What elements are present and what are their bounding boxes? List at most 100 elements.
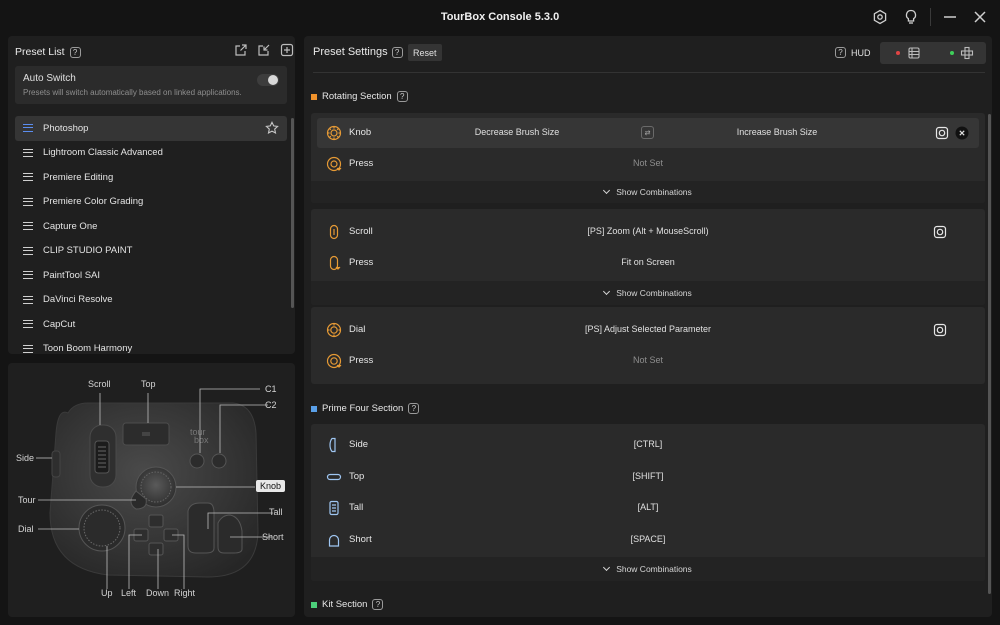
kit-color-marker (311, 601, 317, 608)
preset-settings-panel: Preset Settings ? Reset ? HUD Rotating S… (304, 36, 992, 617)
title-separator (930, 8, 931, 26)
hud-label-group: ? HUD (835, 47, 871, 58)
auto-switch-label: Auto Switch (23, 73, 76, 84)
knob-press-value[interactable]: Not Set (317, 158, 979, 168)
auto-switch-box: Auto Switch Presets will switch automati… (15, 66, 287, 104)
top-value[interactable]: [SHIFT] (317, 471, 979, 481)
star-icon[interactable] (265, 121, 279, 135)
preset-item-premiere-color[interactable]: Premiere Color Grading (15, 190, 287, 215)
scroll-row[interactable]: Scroll [PS] Zoom (Alt + MouseScroll) (317, 217, 979, 247)
tall-value[interactable]: [ALT] (317, 502, 979, 512)
preset-item-clip-studio[interactable]: CLIP STUDIO PAINT (15, 239, 287, 264)
dial-card: Dial [PS] Adjust Selected Parameter Pres… (311, 307, 985, 384)
preset-item-toon-boom[interactable]: Toon Boom Harmony (15, 337, 287, 354)
device-label-c1: C1 (265, 384, 277, 394)
device-label-up: Up (101, 588, 113, 598)
preset-item-label: PaintTool SAI (43, 269, 101, 281)
settings-gear-icon[interactable] (871, 8, 889, 26)
prime-color-marker (311, 405, 317, 412)
add-preset-icon[interactable] (280, 43, 294, 57)
hud-label: HUD (851, 47, 871, 58)
section-title-text: Rotating Section (322, 91, 392, 102)
kit-section-title: Kit Section ? (311, 599, 384, 610)
preset-item-label: Photoshop (43, 122, 89, 134)
menu-icon (23, 173, 33, 182)
minimize-icon[interactable] (941, 8, 959, 26)
knob-show-combinations[interactable]: Show Combinations (311, 181, 985, 203)
preset-item-label: Premiere Color Grading (43, 196, 144, 208)
preset-item-capture-one[interactable]: Capture One (15, 214, 287, 239)
menu-icon (23, 148, 33, 157)
top-row[interactable]: Top [SHIFT] (317, 462, 979, 492)
scroll-card: Scroll [PS] Zoom (Alt + MouseScroll) Pre… (311, 209, 985, 305)
dial-press-value[interactable]: Not Set (317, 355, 979, 365)
help-icon[interactable]: ? (396, 91, 408, 102)
settings-scrollbar[interactable] (988, 114, 991, 594)
auto-switch-description: Presets will switch automatically based … (23, 88, 242, 97)
help-icon[interactable]: ? (391, 46, 403, 58)
preset-item-photoshop[interactable]: Photoshop (15, 116, 287, 141)
swap-icon[interactable]: ⇄ (641, 126, 654, 139)
short-value[interactable]: [SPACE] (317, 534, 979, 544)
hud-green-dot (950, 51, 954, 55)
side-row[interactable]: Side [CTRL] (317, 430, 979, 460)
clear-icon[interactable] (955, 126, 969, 140)
preset-actions (234, 43, 294, 57)
preset-item-premiere-editing[interactable]: Premiere Editing (15, 165, 287, 190)
scroll-press-row[interactable]: Press Fit on Screen (317, 248, 979, 278)
title-bar: TourBox Console 5.3.0 (0, 0, 1000, 34)
help-icon[interactable]: ? (835, 47, 846, 58)
scroll-show-combinations[interactable]: Show Combinations (311, 281, 985, 305)
speed-settings-icon[interactable] (933, 323, 947, 337)
short-row[interactable]: Short [SPACE] (317, 525, 979, 555)
reset-button[interactable]: Reset (408, 44, 442, 61)
knob-right-action[interactable]: Increase Brush Size (707, 127, 847, 137)
dial-row[interactable]: Dial [PS] Adjust Selected Parameter (317, 315, 979, 345)
device-label-knob: Knob (256, 480, 286, 492)
tall-row[interactable]: Tall [ALT] (317, 493, 979, 523)
device-label-dial: Dial (18, 524, 34, 534)
help-icon[interactable]: ? (372, 599, 384, 610)
knob-row[interactable]: Knob Decrease Brush Size ⇄ Increase Brus… (317, 118, 979, 148)
preset-list: Photoshop Lightroom Classic Advanced Pre… (15, 116, 287, 354)
lightbulb-icon[interactable] (902, 8, 920, 26)
svg-text:box: box (194, 435, 209, 445)
side-value[interactable]: [CTRL] (317, 439, 979, 449)
help-icon[interactable]: ? (69, 46, 81, 58)
preset-item-label: Capture One (43, 220, 98, 232)
preset-item-davinci[interactable]: DaVinci Resolve (15, 288, 287, 313)
device-label-side: Side (16, 453, 35, 463)
dial-value[interactable]: [PS] Adjust Selected Parameter (317, 324, 979, 334)
scroll-value[interactable]: [PS] Zoom (Alt + MouseScroll) (317, 226, 979, 236)
prime-show-combinations[interactable]: Show Combinations (311, 557, 985, 581)
rotating-color-marker (311, 93, 317, 100)
dial-press-row[interactable]: Press Not Set (317, 346, 979, 376)
knob-left-action[interactable]: Decrease Brush Size (447, 127, 587, 137)
preset-item-lightroom[interactable]: Lightroom Classic Advanced (15, 141, 287, 166)
scroll-press-value[interactable]: Fit on Screen (317, 257, 979, 267)
device-diagram-panel: tour box Scroll Top C1 C2 Side Tour Knob… (8, 363, 295, 617)
menu-icon (23, 295, 33, 304)
knob-icon (326, 125, 342, 141)
hud-red-dot (896, 51, 900, 55)
preset-list-scrollbar[interactable] (291, 118, 294, 308)
preset-item-painttool-sai[interactable]: PaintTool SAI (15, 263, 287, 288)
preset-list-title: Preset List (15, 46, 65, 58)
preset-item-capcut[interactable]: CapCut (15, 312, 287, 337)
hud-layout-icon[interactable] (960, 46, 974, 60)
speed-settings-icon[interactable] (935, 126, 949, 140)
auto-switch-toggle[interactable] (257, 74, 279, 86)
preset-item-label: DaVinci Resolve (43, 294, 113, 306)
preset-settings-title: Preset Settings (313, 46, 388, 58)
knob-press-row[interactable]: Press Not Set (317, 149, 979, 179)
close-icon[interactable] (971, 8, 989, 26)
import-icon[interactable] (257, 43, 271, 57)
hud-list-icon[interactable] (907, 46, 921, 60)
export-icon[interactable] (234, 43, 248, 57)
device-label-scroll: Scroll (88, 379, 111, 389)
help-icon[interactable]: ? (408, 403, 420, 414)
preset-item-label: CLIP STUDIO PAINT (43, 245, 133, 257)
speed-settings-icon[interactable] (933, 225, 947, 239)
rotating-section-title: Rotating Section ? (311, 91, 408, 102)
hud-mode-switch[interactable] (880, 42, 986, 64)
